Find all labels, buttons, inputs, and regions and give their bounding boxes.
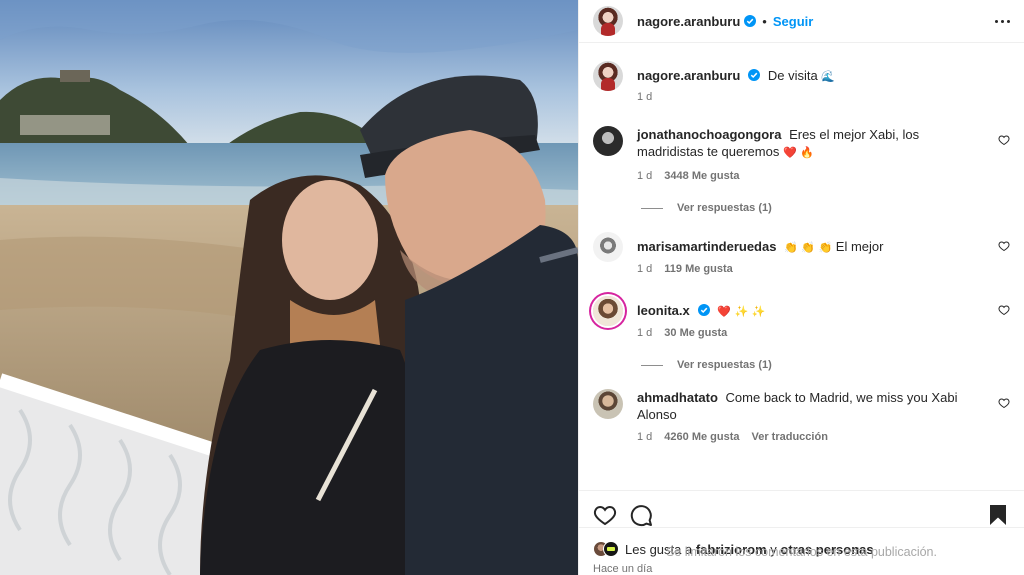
- commenter-avatar[interactable]: [593, 389, 623, 419]
- comment-emoji: ❤️ 🔥: [782, 146, 814, 159]
- comment-emoji: ❤️ ✨ ✨: [717, 305, 766, 318]
- header-separator: •: [762, 13, 767, 29]
- comment-item: leonita.x ❤️ ✨ ✨ 1 d 30 Me gusta: [593, 296, 1010, 342]
- verified-badge-icon: [748, 69, 761, 81]
- author-avatar[interactable]: [593, 6, 623, 36]
- bookmark-icon[interactable]: [986, 503, 1010, 527]
- translate-button[interactable]: Ver traducción: [752, 429, 828, 446]
- comment-likes[interactable]: 4260 Me gusta: [664, 429, 739, 446]
- replies-line: [641, 207, 663, 209]
- comment-item: marisamartinderuedas 👏 👏 👏 El mejor 1 d …: [593, 232, 1010, 278]
- comment-time[interactable]: 1 d: [637, 261, 652, 278]
- comment-item: ahmadhatato Come back to Madrid, we miss…: [593, 389, 1010, 446]
- comment-likes[interactable]: 3448 Me gusta: [664, 168, 739, 185]
- view-replies-button[interactable]: Ver respuestas (1): [641, 202, 1010, 214]
- follow-button[interactable]: Seguir: [773, 14, 813, 29]
- post-header: nagore.aranburu • Seguir: [579, 0, 1024, 43]
- comment-item: jonathanochoagongora Eres el mejor Xabi,…: [593, 126, 1010, 185]
- verified-badge-icon: [744, 15, 757, 27]
- caption-time[interactable]: 1 d: [637, 89, 652, 106]
- comments-limited-notice: Se limitaron los comentarios en esta pub…: [579, 527, 1024, 575]
- heart-icon[interactable]: [998, 134, 1010, 146]
- caption-avatar[interactable]: [593, 61, 623, 91]
- post-side-panel: nagore.aranburu • Seguir nagore.aranburu…: [578, 0, 1024, 575]
- comment-text: El mejor: [835, 239, 884, 254]
- commenter-username[interactable]: marisamartinderuedas: [637, 239, 776, 254]
- commenter-avatar[interactable]: [593, 126, 623, 156]
- comment-likes[interactable]: 119 Me gusta: [664, 261, 732, 278]
- comment-emoji: 👏 👏 👏: [784, 241, 833, 254]
- more-options-icon[interactable]: [995, 11, 1010, 31]
- heart-icon[interactable]: [998, 397, 1010, 409]
- post-viewer: nagore.aranburu • Seguir nagore.aranburu…: [0, 0, 1024, 575]
- comment-time[interactable]: 1 d: [637, 429, 652, 446]
- comments-list[interactable]: nagore.aranburu De visita 🌊 1 d jonathan…: [579, 43, 1024, 490]
- comment-likes[interactable]: 30 Me gusta: [664, 325, 727, 342]
- heart-icon[interactable]: [998, 240, 1010, 252]
- replies-line: [641, 364, 663, 366]
- heart-icon[interactable]: [998, 304, 1010, 316]
- author-username[interactable]: nagore.aranburu: [637, 14, 740, 29]
- verified-badge-icon: [697, 304, 710, 316]
- caption-username[interactable]: nagore.aranburu: [637, 68, 740, 83]
- commenter-avatar[interactable]: [593, 296, 623, 326]
- view-replies-label: Ver respuestas (1): [677, 359, 772, 371]
- comment-icon[interactable]: [629, 503, 653, 527]
- caption-text: De visita: [767, 68, 818, 83]
- commenter-avatar[interactable]: [593, 232, 623, 262]
- commenter-username[interactable]: leonita.x: [637, 303, 690, 318]
- comment-time[interactable]: 1 d: [637, 168, 652, 185]
- view-replies-label: Ver respuestas (1): [677, 202, 772, 214]
- view-replies-button[interactable]: Ver respuestas (1): [641, 359, 1010, 371]
- caption: nagore.aranburu De visita 🌊 1 d: [593, 61, 1010, 106]
- post-photo[interactable]: [0, 0, 578, 575]
- comment-time[interactable]: 1 d: [637, 325, 652, 342]
- caption-emoji: 🌊: [821, 70, 836, 83]
- commenter-username[interactable]: jonathanochoagongora: [637, 127, 781, 142]
- commenter-username[interactable]: ahmadhatato: [637, 390, 718, 405]
- heart-icon[interactable]: [593, 503, 617, 527]
- photo-illustration: [0, 0, 578, 575]
